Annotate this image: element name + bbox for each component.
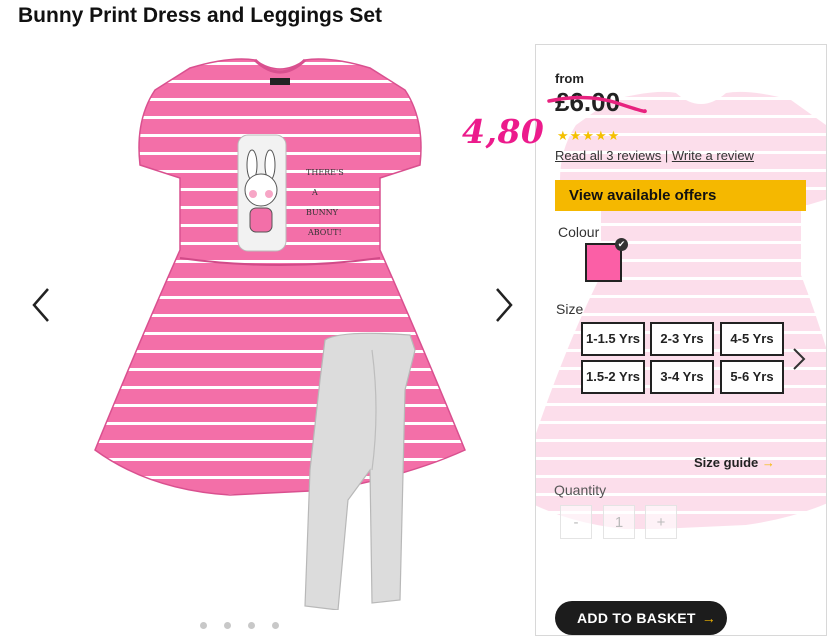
size-guide-label: Size guide bbox=[694, 455, 759, 470]
price: £6.00 bbox=[555, 87, 621, 117]
gallery-dot[interactable] bbox=[224, 622, 231, 629]
size-option[interactable]: 3-4 Yrs bbox=[650, 360, 714, 394]
handwritten-sale-price: 4,80 bbox=[462, 112, 545, 151]
add-to-basket-label: ADD TO BASKET bbox=[577, 610, 696, 626]
size-option[interactable]: 1.5-2 Yrs bbox=[581, 360, 645, 394]
product-image: THERE'S A BUNNY ABOUT! bbox=[94, 58, 466, 610]
size-option[interactable]: 2-3 Yrs bbox=[650, 322, 714, 356]
gallery-dot[interactable] bbox=[272, 622, 279, 629]
svg-text:BUNNY: BUNNY bbox=[306, 208, 339, 217]
rating-stars-icon: ★★★★★ bbox=[557, 128, 621, 143]
svg-text:A: A bbox=[311, 188, 318, 197]
gallery-dot[interactable] bbox=[200, 622, 207, 629]
size-label: Size bbox=[556, 301, 584, 317]
sizes-chevron-right-icon[interactable] bbox=[792, 347, 806, 371]
arrow-right-icon: → bbox=[701, 610, 717, 626]
write-review-link[interactable]: Write a review bbox=[672, 148, 754, 163]
add-to-basket-button[interactable]: ADD TO BASKET → bbox=[555, 601, 727, 635]
quantity-increase-button[interactable]: + bbox=[645, 505, 677, 539]
size-option[interactable]: 5-6 Yrs bbox=[720, 360, 784, 394]
colour-label: Colour bbox=[558, 224, 600, 240]
reviews-links: Read all 3 reviews | Write a review bbox=[555, 148, 754, 163]
arrow-right-icon: → bbox=[761, 455, 775, 470]
reviews-separator: | bbox=[661, 148, 672, 163]
svg-text:THERE'S: THERE'S bbox=[306, 168, 344, 177]
size-option[interactable]: 1-1.5 Yrs bbox=[581, 322, 645, 356]
chevron-right-icon[interactable] bbox=[493, 285, 515, 325]
quantity-label: Quantity bbox=[554, 482, 607, 498]
read-reviews-link[interactable]: Read all 3 reviews bbox=[555, 148, 661, 163]
quantity-decrease-button[interactable]: - bbox=[560, 505, 592, 539]
purchase-panel: from £6.00 ★★★★★ Read all 3 reviews | Wr… bbox=[535, 44, 827, 636]
size-guide-link[interactable]: Size guide → bbox=[694, 455, 775, 470]
checkmark-icon: ✔ bbox=[615, 238, 628, 251]
product-title: Bunny Print Dress and Leggings Set bbox=[18, 4, 383, 27]
quantity-input[interactable]: 1 bbox=[603, 505, 635, 539]
price-from-label: from bbox=[555, 71, 584, 86]
view-offers-button[interactable]: View available offers bbox=[555, 180, 806, 211]
size-option[interactable]: 4-5 Yrs bbox=[720, 322, 784, 356]
product-gallery: THERE'S A BUNNY ABOUT! bbox=[0, 40, 530, 629]
gallery-dot[interactable] bbox=[248, 622, 255, 629]
chevron-left-icon[interactable] bbox=[30, 285, 52, 325]
svg-text:ABOUT!: ABOUT! bbox=[307, 228, 342, 237]
